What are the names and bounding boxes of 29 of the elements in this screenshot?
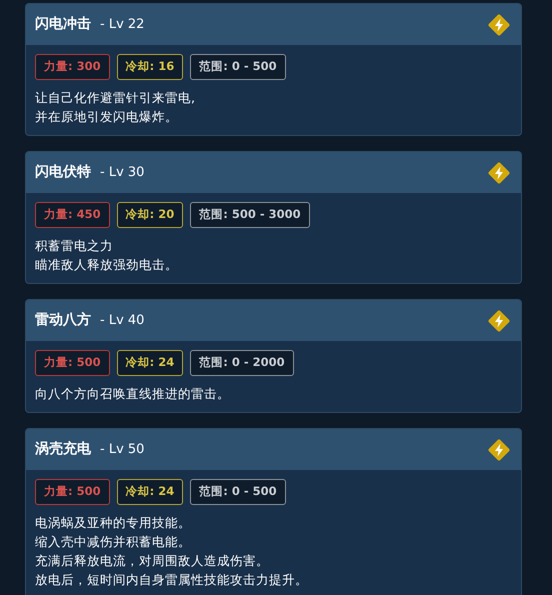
- skill-name: 闪电伏特: [35, 163, 91, 182]
- description-line: 缩入壳中减伤并积蓄电能。: [35, 533, 191, 551]
- range-stat: 范围: 500 - 3000: [190, 202, 310, 228]
- description-line: 电涡蜗及亚种的专用技能。: [35, 514, 191, 532]
- skill-level: - Lv 30: [100, 164, 144, 182]
- skill-level: - Lv 22: [100, 16, 144, 34]
- power-stat: 力量: 500: [35, 350, 110, 376]
- range-stat: 范围: 0 - 500: [190, 54, 286, 80]
- description-line: 让自己化作避雷针引来雷电,: [35, 89, 195, 107]
- description-line: 充满后释放电流，对周围敌人造成伤害。: [35, 552, 269, 570]
- description-line: 放电后，短时间内自身雷属性技能攻击力提升。: [35, 571, 308, 589]
- power-stat: 力量: 300: [35, 54, 110, 80]
- description-line: 并在原地引发闪电爆炸。: [35, 108, 178, 126]
- cooldown-stat: 冷却: 24: [116, 350, 184, 376]
- cooldown-stat: 冷却: 16: [116, 54, 184, 80]
- skill-level: - Lv 40: [100, 312, 144, 330]
- range-stat: 范围: 0 - 2000: [190, 350, 294, 376]
- power-stat: 力量: 450: [35, 202, 110, 228]
- cooldown-stat: 冷却: 24: [116, 479, 184, 505]
- cooldown-stat: 冷却: 20: [116, 202, 184, 228]
- range-stat: 范围: 0 - 500: [190, 479, 286, 505]
- description-line: 向八个方向召唤直线推进的雷击。: [35, 385, 230, 403]
- power-stat: 力量: 500: [35, 479, 110, 505]
- skill-level: - Lv 50: [100, 440, 144, 459]
- skill-name: 雷动八方: [35, 310, 91, 330]
- description-line: 瞄准敌人释放强劲电击。: [35, 256, 178, 274]
- description-line: 积蓄雷电之力: [35, 237, 113, 255]
- skill-name: 闪电冲击: [35, 15, 91, 34]
- skill-name: 涡壳充电: [35, 440, 91, 459]
